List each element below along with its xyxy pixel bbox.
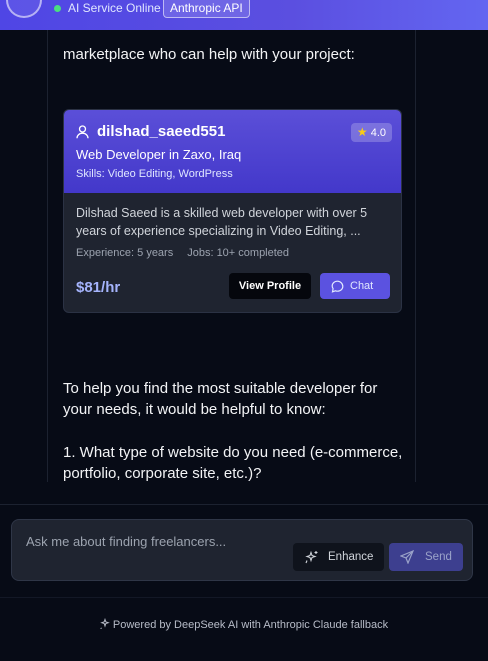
status-online-dot — [54, 5, 61, 12]
assistant-message-followup: To help you find the most suitable devel… — [63, 380, 378, 418]
enhance-button[interactable]: Enhance — [293, 543, 384, 571]
freelancer-meta: Experience: 5 years Jobs: 10+ completed — [76, 247, 289, 259]
footer-divider — [0, 597, 488, 598]
chat-bubble-icon — [331, 280, 344, 293]
message-composer: Enhance Send — [11, 519, 473, 581]
send-button-label: Send — [425, 551, 452, 563]
freelancer-username[interactable]: dilshad_saeed551 — [97, 123, 225, 140]
freelancer-title: Web Developer in Zaxo, Iraq — [76, 147, 242, 162]
message-input[interactable] — [26, 530, 286, 552]
service-status-text: AI Service Online — [68, 1, 161, 15]
hourly-rate: $81/hr — [76, 279, 121, 296]
app-header: AI Service Online Anthropic API — [0, 0, 488, 30]
api-provider-badge: Anthropic API — [163, 0, 250, 18]
star-icon: ★ — [356, 125, 368, 139]
footer-text: Powered by DeepSeek AI with Anthropic Cl… — [112, 619, 389, 631]
view-profile-button[interactable]: View Profile — [229, 273, 311, 299]
send-icon — [400, 550, 414, 564]
sparkle-icon — [305, 550, 318, 564]
freelancer-card-header: dilshad_saeed551 ★ 4.0 Web Developer in … — [64, 110, 401, 193]
rating-badge: ★ 4.0 — [350, 123, 392, 142]
composer-divider — [0, 504, 488, 505]
freelancer-description: Dilshad Saeed is a skilled web developer… — [76, 206, 368, 238]
experience-text: Experience: 5 years — [76, 247, 174, 259]
send-button[interactable]: Send — [389, 543, 463, 571]
chat-button[interactable]: Chat — [320, 273, 390, 299]
assistant-message-intro: marketplace who can help with your proje… — [63, 46, 355, 63]
user-icon — [76, 125, 89, 139]
footer: Powered by DeepSeek AI with Anthropic Cl… — [0, 618, 488, 631]
freelancer-card: dilshad_saeed551 ★ 4.0 Web Developer in … — [63, 109, 402, 313]
jobs-text: Jobs: 10+ completed — [187, 247, 290, 259]
enhance-button-label: Enhance — [328, 551, 374, 563]
sparkle-icon — [100, 618, 110, 629]
chat-button-label: Chat — [350, 280, 374, 292]
rating-value: 4.0 — [370, 127, 386, 139]
freelancer-skills: Skills: Video Editing, WordPress — [76, 168, 233, 180]
chat-transcript[interactable]: marketplace who can help with your proje… — [47, 30, 416, 482]
app-logo[interactable] — [6, 0, 42, 18]
assistant-message-question: 1. What type of website do you need (e-c… — [63, 444, 403, 482]
